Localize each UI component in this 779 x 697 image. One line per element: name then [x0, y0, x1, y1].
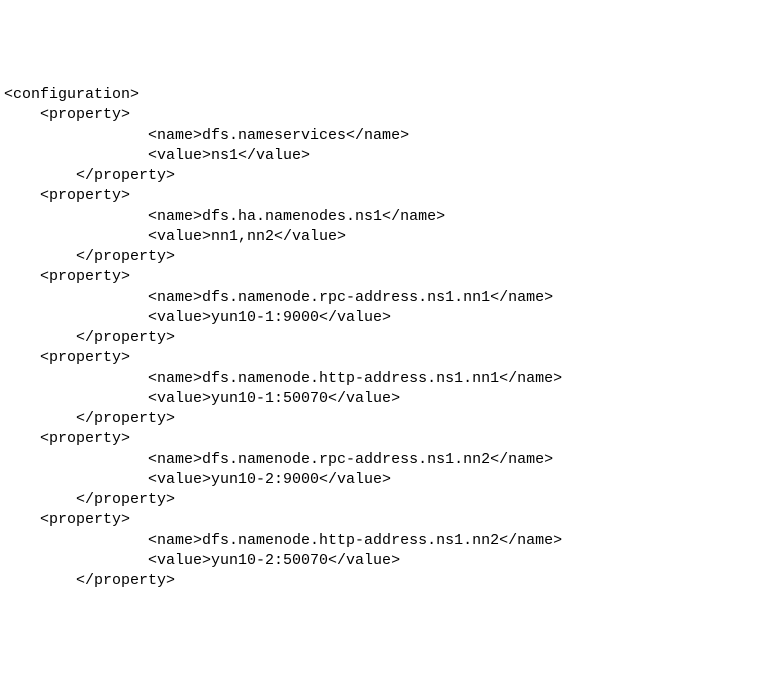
property-value-4: <value>yun10-2:9000</value> — [4, 470, 775, 490]
property-close-tag-5: </property> — [4, 571, 775, 591]
property-close-tag-1: </property> — [4, 247, 775, 267]
property-open-tag-4: <property> — [4, 429, 775, 449]
xml-source-code: <configuration> <property> <name>dfs.nam… — [4, 85, 775, 591]
property-name-5: <name>dfs.namenode.http-address.ns1.nn2<… — [4, 531, 775, 551]
property-close-tag-3: </property> — [4, 409, 775, 429]
property-close-tag-4: </property> — [4, 490, 775, 510]
property-value-5: <value>yun10-2:50070</value> — [4, 551, 775, 571]
property-open-tag-2: <property> — [4, 267, 775, 287]
property-name-0: <name>dfs.nameservices</name> — [4, 126, 775, 146]
property-open-tag-0: <property> — [4, 105, 775, 125]
property-open-tag-5: <property> — [4, 510, 775, 530]
property-name-3: <name>dfs.namenode.http-address.ns1.nn1<… — [4, 369, 775, 389]
property-open-tag-3: <property> — [4, 348, 775, 368]
property-value-1: <value>nn1,nn2</value> — [4, 227, 775, 247]
property-value-2: <value>yun10-1:9000</value> — [4, 308, 775, 328]
property-name-4: <name>dfs.namenode.rpc-address.ns1.nn2</… — [4, 450, 775, 470]
property-name-2: <name>dfs.namenode.rpc-address.ns1.nn1</… — [4, 288, 775, 308]
property-value-3: <value>yun10-1:50070</value> — [4, 389, 775, 409]
configuration-open-tag: <configuration> — [4, 85, 775, 105]
property-name-1: <name>dfs.ha.namenodes.ns1</name> — [4, 207, 775, 227]
property-value-0: <value>ns1</value> — [4, 146, 775, 166]
property-close-tag-0: </property> — [4, 166, 775, 186]
property-open-tag-1: <property> — [4, 186, 775, 206]
property-close-tag-2: </property> — [4, 328, 775, 348]
